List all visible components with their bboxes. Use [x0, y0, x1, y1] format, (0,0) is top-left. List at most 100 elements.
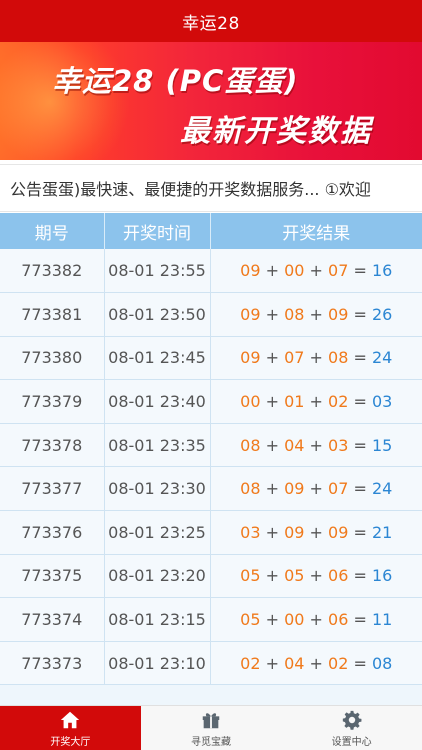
plus-sign: + — [260, 304, 285, 324]
table-row[interactable]: 773376 08-01 23:25 03 + 09 + 09 = 21 — [0, 510, 422, 555]
tab-lottery-hall[interactable]: 开奖大厅 — [0, 706, 141, 750]
equals-sign: = — [348, 566, 372, 586]
result-sum: 16 — [371, 261, 393, 281]
table-row[interactable]: 773373 08-01 23:10 02 + 04 + 02 = 08 — [0, 641, 422, 686]
ball-1: 09 — [240, 304, 261, 324]
plus-sign: + — [260, 653, 285, 673]
ball-3: 03 — [328, 435, 349, 455]
ball-1: 00 — [240, 392, 261, 412]
ball-3: 07 — [328, 479, 349, 499]
ball-3: 06 — [328, 610, 349, 630]
plus-sign: + — [260, 435, 285, 455]
table-row[interactable]: 773375 08-01 23:20 05 + 05 + 06 = 16 — [0, 554, 422, 599]
ball-1: 08 — [240, 435, 261, 455]
table-row[interactable]: 773378 08-01 23:35 08 + 04 + 03 = 15 — [0, 423, 422, 468]
ball-3: 02 — [328, 653, 349, 673]
ball-2: 07 — [284, 348, 305, 368]
equals-sign: = — [348, 610, 372, 630]
ball-3: 09 — [328, 304, 349, 324]
draw-time: 08-01 23:20 — [104, 554, 211, 599]
draw-result: 08 + 09 + 07 = 24 — [210, 466, 422, 512]
ball-1: 09 — [240, 348, 261, 368]
equals-sign: = — [348, 261, 372, 281]
ball-3: 07 — [328, 261, 349, 281]
table-header-row: 期号 开奖时间 开奖结果 — [0, 213, 422, 249]
ball-1: 02 — [240, 653, 261, 673]
draw-result: 09 + 00 + 07 = 16 — [210, 249, 422, 294]
ball-2: 09 — [284, 479, 305, 499]
draw-result: 09 + 08 + 09 = 26 — [210, 292, 422, 337]
draw-result: 08 + 04 + 03 = 15 — [210, 423, 422, 468]
tab-settings[interactable]: 设置中心 — [281, 706, 422, 750]
plus-sign: + — [260, 392, 285, 412]
tab-label: 寻觅宝藏 — [191, 736, 231, 748]
draw-time: 08-01 23:55 — [104, 249, 211, 294]
equals-sign: = — [348, 392, 372, 412]
issue-number: 773379 — [0, 379, 105, 424]
ball-3: 06 — [328, 566, 349, 586]
ball-3: 08 — [328, 348, 349, 368]
plus-sign: + — [304, 435, 329, 455]
ball-1: 05 — [240, 566, 261, 586]
results-table: 期号 开奖时间 开奖结果 773382 08-01 23:55 09 + 00 + … — [0, 213, 422, 686]
issue-number: 773381 — [0, 292, 105, 337]
result-sum: 16 — [371, 566, 393, 586]
announcement-text: 公告蛋蛋)最快速、最便捷的开奖数据服务... ①欢迎 — [10, 180, 371, 199]
plus-sign: + — [260, 610, 285, 630]
results-table-container[interactable]: 期号 开奖时间 开奖结果 773382 08-01 23:55 09 + 00 + … — [0, 213, 422, 705]
gift-icon — [202, 712, 220, 728]
ball-2: 01 — [284, 392, 305, 412]
draw-result: 00 + 01 + 02 = 03 — [210, 379, 422, 424]
ball-1: 05 — [240, 610, 261, 630]
ball-1: 09 — [240, 261, 261, 281]
table-row[interactable]: 773377 08-01 23:30 08 + 09 + 07 = 24 — [0, 466, 422, 512]
equals-sign: = — [348, 348, 372, 368]
ball-2: 08 — [284, 304, 305, 324]
app-title-bar: 幸运28 — [0, 0, 422, 42]
result-sum: 03 — [371, 392, 393, 412]
table-row[interactable]: 773374 08-01 23:15 05 + 00 + 06 = 11 — [0, 597, 422, 642]
ball-2: 05 — [284, 566, 305, 586]
plus-sign: + — [304, 479, 329, 499]
draw-time: 08-01 23:45 — [104, 336, 211, 381]
banner-line-1: 幸运28 (PC蛋蛋) — [52, 64, 299, 98]
plus-sign: + — [304, 261, 329, 281]
issue-number: 773375 — [0, 554, 105, 599]
equals-sign: = — [348, 653, 372, 673]
issue-number: 773374 — [0, 597, 105, 642]
plus-sign: + — [260, 261, 285, 281]
tab-label: 开奖大厅 — [50, 736, 91, 748]
plus-sign: + — [304, 348, 329, 368]
result-sum: 24 — [371, 348, 393, 368]
ball-1: 08 — [240, 479, 261, 499]
issue-number: 773373 — [0, 641, 105, 686]
plus-sign: + — [260, 522, 285, 542]
draw-time: 08-01 23:35 — [104, 423, 211, 468]
draw-result: 05 + 00 + 06 = 11 — [210, 597, 422, 642]
plus-sign: + — [304, 522, 329, 542]
plus-sign: + — [304, 566, 329, 586]
plus-sign: + — [260, 566, 285, 586]
tab-treasure[interactable]: 寻觅宝藏 — [141, 706, 282, 750]
draw-time: 08-01 23:15 — [104, 597, 211, 642]
issue-number: 773378 — [0, 423, 105, 468]
table-row[interactable]: 773380 08-01 23:45 09 + 07 + 08 = 24 — [0, 336, 422, 381]
plus-sign: + — [304, 653, 329, 673]
result-sum: 15 — [371, 435, 393, 455]
draw-result: 02 + 04 + 02 = 08 — [210, 641, 422, 686]
ball-2: 00 — [284, 610, 305, 630]
table-row[interactable]: 773382 08-01 23:55 09 + 00 + 07 = 16 — [0, 249, 422, 294]
table-row[interactable]: 773381 08-01 23:50 09 + 08 + 09 = 26 — [0, 292, 422, 337]
draw-time: 08-01 23:50 — [104, 292, 211, 337]
bottom-tab-bar: 开奖大厅 寻觅宝藏 设置中心 — [0, 705, 422, 750]
app-title: 幸运28 — [182, 13, 240, 34]
plus-sign: + — [260, 348, 285, 368]
draw-time: 08-01 23:30 — [104, 466, 211, 512]
plus-sign: + — [260, 479, 285, 499]
equals-sign: = — [348, 304, 372, 324]
announcement-marquee[interactable]: 公告蛋蛋)最快速、最便捷的开奖数据服务... ①欢迎 — [0, 164, 422, 212]
ball-1: 03 — [240, 522, 261, 542]
equals-sign: = — [348, 522, 372, 542]
promo-banner[interactable]: 幸运28 (PC蛋蛋) 最新开奖数据 — [0, 42, 422, 160]
table-row[interactable]: 773379 08-01 23:40 00 + 01 + 02 = 03 — [0, 379, 422, 424]
